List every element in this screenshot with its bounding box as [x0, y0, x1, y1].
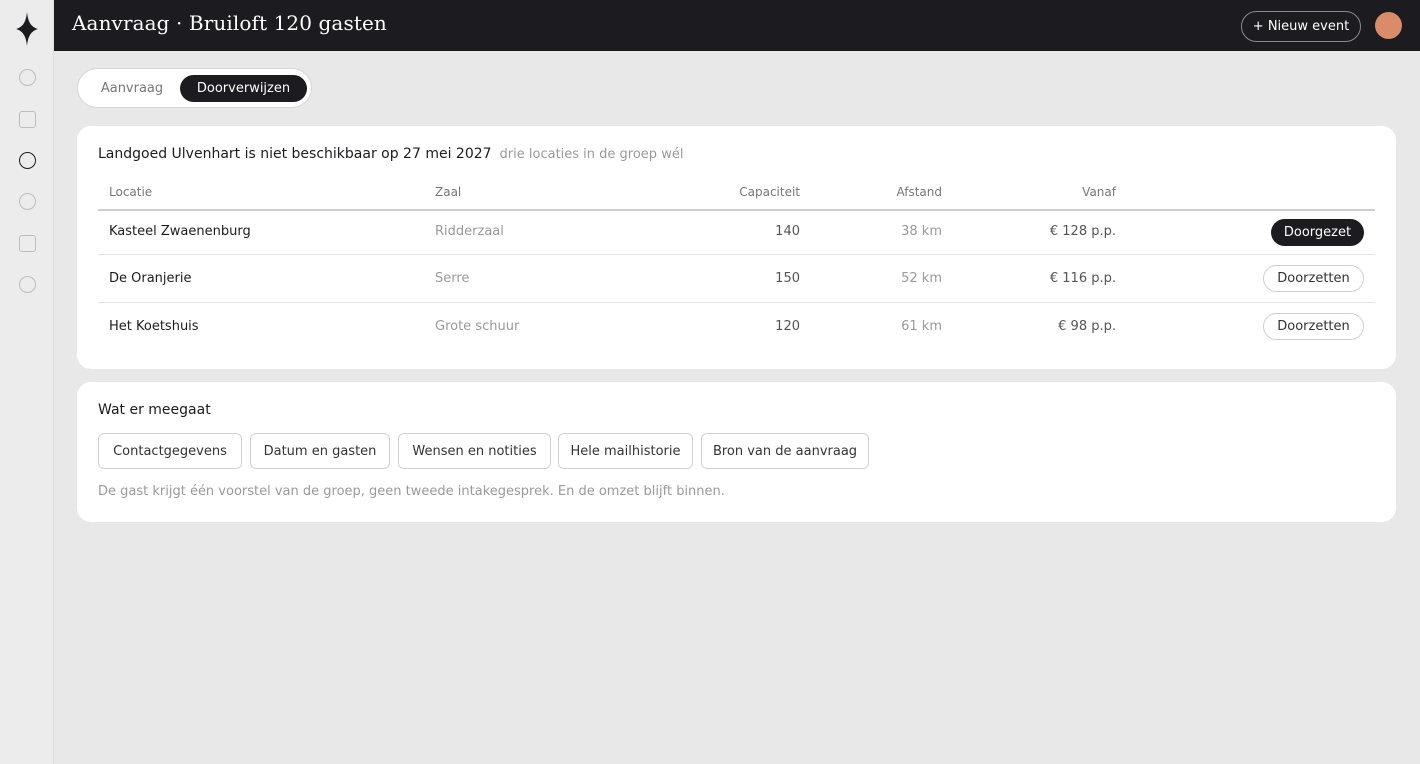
forwarded-button[interactable]: Doorgezet	[1271, 219, 1364, 246]
row-capacity: 120	[775, 319, 800, 334]
tab-doorverwijzen[interactable]: Doorverwijzen	[180, 75, 307, 102]
column-header-room: Zaal	[435, 185, 462, 199]
row-divider	[98, 302, 1375, 303]
table-header-divider	[98, 209, 1375, 211]
rail-square-icon[interactable]	[19, 111, 36, 128]
row-distance: 61 km	[901, 319, 942, 334]
column-header-capacity: Capaciteit	[739, 185, 800, 199]
avatar[interactable]	[1375, 12, 1402, 39]
rail-square-icon[interactable]	[19, 235, 36, 252]
row-room: Serre	[435, 271, 470, 286]
row-location: Kasteel Zwaenenburg	[109, 224, 251, 239]
row-room: Grote schuur	[435, 319, 520, 334]
row-price: € 116 p.p.	[1049, 271, 1116, 286]
included-note: De gast krijgt één voorstel van de groep…	[98, 484, 725, 499]
forward-button[interactable]: Doorzetten	[1263, 313, 1364, 340]
availability-subline: drie locaties in de groep wél	[499, 147, 684, 162]
row-location: De Oranjerie	[109, 271, 192, 286]
rail-circle-icon-active[interactable]	[19, 152, 36, 169]
diamond-logo-icon[interactable]	[16, 12, 38, 46]
chip-mail-history[interactable]: Hele mailhistorie	[558, 433, 693, 469]
row-room: Ridderzaal	[435, 224, 504, 239]
availability-headline: Landgoed Ulvenhart is niet beschikbaar o…	[98, 146, 683, 162]
included-title: Wat er meegaat	[98, 402, 211, 418]
row-distance: 38 km	[901, 224, 942, 239]
rail-circle-icon[interactable]	[19, 69, 36, 86]
new-event-button[interactable]: + Nieuw event	[1241, 11, 1361, 42]
view-tabs: Aanvraag Doorverwijzen	[77, 68, 312, 108]
row-capacity: 140	[775, 224, 800, 239]
top-bar: Aanvraag · Bruiloft 120 gasten + Nieuw e…	[54, 0, 1420, 51]
page-title: Aanvraag · Bruiloft 120 gasten	[72, 11, 387, 35]
chip-request-source[interactable]: Bron van de aanvraag	[701, 433, 869, 469]
row-divider	[98, 254, 1375, 255]
forward-button[interactable]: Doorzetten	[1263, 265, 1364, 292]
rail-circle-icon[interactable]	[19, 193, 36, 210]
row-capacity: 150	[775, 271, 800, 286]
included-card: Wat er meegaat Contactgegevens Datum en …	[77, 382, 1396, 522]
column-header-distance: Afstand	[896, 185, 942, 199]
row-price: € 128 p.p.	[1049, 224, 1116, 239]
tab-aanvraag[interactable]: Aanvraag	[83, 75, 181, 102]
chip-contact-details[interactable]: Contactgegevens	[98, 433, 242, 469]
availability-title: Landgoed Ulvenhart is niet beschikbaar o…	[98, 146, 492, 162]
chip-wishes-notes[interactable]: Wensen en notities	[398, 433, 551, 469]
referral-card: Landgoed Ulvenhart is niet beschikbaar o…	[77, 126, 1396, 369]
rail-circle-icon[interactable]	[19, 276, 36, 293]
chip-date-guests[interactable]: Datum en gasten	[250, 433, 390, 469]
column-header-from: Vanaf	[1082, 185, 1116, 199]
row-distance: 52 km	[901, 271, 942, 286]
column-header-location: Locatie	[109, 185, 153, 199]
row-price: € 98 p.p.	[1058, 319, 1116, 334]
side-rail	[0, 0, 54, 764]
row-location: Het Koetshuis	[109, 319, 199, 334]
